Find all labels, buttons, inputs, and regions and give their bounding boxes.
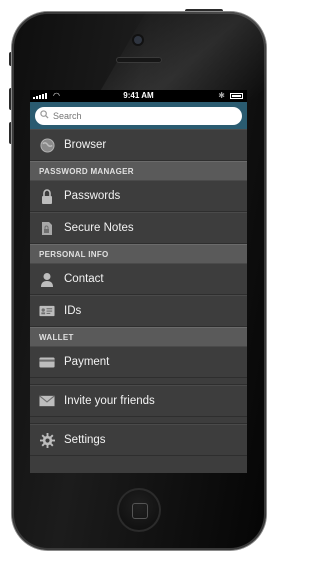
menu-item-label: Passwords	[64, 190, 121, 202]
gear-icon	[39, 432, 55, 448]
status-time: 9:41 AM	[123, 91, 154, 100]
menu-spacer	[30, 417, 247, 424]
menu-item-label: Contact	[64, 273, 104, 285]
menu-item-contact[interactable]: Contact	[30, 263, 247, 295]
home-button-icon	[132, 503, 148, 519]
menu-item-payment[interactable]: Payment	[30, 346, 247, 378]
menu-item-settings[interactable]: Settings	[30, 424, 247, 456]
section-header-personal-info: PERSONAL INFO	[30, 244, 247, 263]
earpiece-speaker	[116, 57, 162, 63]
globe-icon	[39, 137, 55, 153]
menu-item-invite[interactable]: Invite your friends	[30, 385, 247, 417]
status-bar: ◠ 9:41 AM ✱	[30, 90, 247, 102]
secure-note-icon	[39, 220, 55, 236]
bluetooth-icon: ✱	[218, 91, 225, 100]
front-camera	[134, 36, 142, 44]
person-icon	[39, 271, 55, 287]
search-bar	[30, 102, 247, 129]
menu-item-secure-notes[interactable]: Secure Notes	[30, 212, 247, 244]
menu-item-passwords[interactable]: Passwords	[30, 180, 247, 212]
section-header-password-manager: PASSWORD MANAGER	[30, 161, 247, 180]
menu-item-browser[interactable]: Browser	[30, 129, 247, 161]
menu-item-ids[interactable]: IDs	[30, 295, 247, 327]
menu-item-label: Settings	[64, 434, 106, 446]
menu-item-label: Browser	[64, 139, 107, 151]
battery-icon	[230, 93, 243, 99]
credit-card-icon	[39, 354, 55, 370]
menu-item-label: Invite your friends	[64, 395, 155, 407]
menu-item-label: Secure Notes	[64, 222, 134, 234]
envelope-icon	[39, 393, 55, 409]
search-input[interactable]	[35, 107, 242, 125]
lock-icon	[39, 188, 55, 204]
menu-spacer	[30, 378, 247, 385]
screen: ◠ 9:41 AM ✱ Browser PASSWORD MANAGER Pas…	[30, 90, 247, 473]
menu-item-label: IDs	[64, 305, 82, 317]
menu-item-label: Payment	[64, 356, 110, 368]
id-card-icon	[39, 303, 55, 319]
search-icon	[40, 110, 49, 119]
section-header-wallet: WALLET	[30, 327, 247, 346]
